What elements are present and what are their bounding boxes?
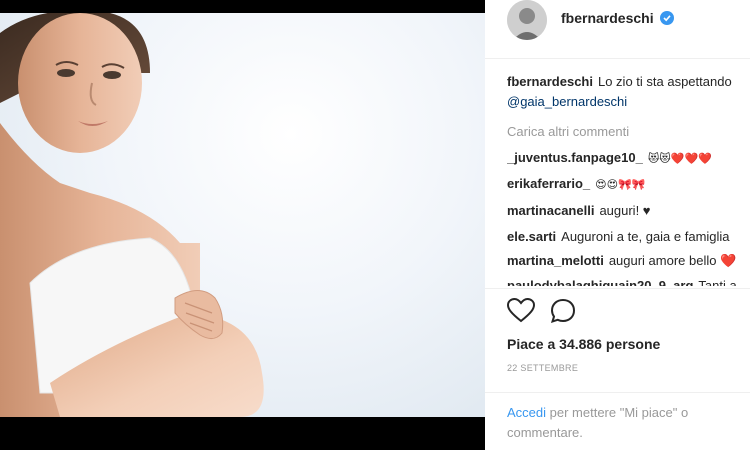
comment-username[interactable]: ele.sarti [507,229,556,244]
comment-item: martinacanelli auguri! ♥ [507,203,651,219]
caption-line-2: @gaia_bernardeschi [507,94,627,110]
comment-text: 😍😍🎀🎀 [595,179,646,191]
comment-text: auguri amore bello ❤️ [608,253,737,268]
caption: fbernardeschi Lo zio ti sta aspettando [507,74,732,90]
avatar[interactable] [507,0,547,40]
post-photo[interactable] [0,13,485,417]
comments-section: fbernardeschi Lo zio ti sta aspettando @g… [507,70,750,286]
footer-divider [485,392,750,393]
post-header: fbernardeschi [485,0,750,59]
post-photo-illustration [0,13,264,417]
comment-username[interactable]: martina_melotti [507,253,604,268]
comment-username[interactable]: martinacanelli [507,203,594,218]
comment-username[interactable]: paulodybalaghiguain20_9_arg [507,278,693,286]
actions-divider [485,288,750,290]
avatar-image [507,0,547,40]
load-more-comments-link[interactable]: Carica altri commenti [507,124,629,139]
comment-text: Tanti a [698,278,737,286]
username-header[interactable]: fbernardeschi [561,10,654,26]
heart-icon[interactable] [506,297,536,327]
login-link[interactable]: Accedi [507,405,546,420]
caption-text: Lo zio ti sta aspettando [597,74,732,89]
caption-mention[interactable]: @gaia_bernardeschi [507,94,627,109]
comment-username[interactable]: erikaferrario_ [507,176,590,191]
comment-text: 😻😻❤️❤️❤️ [647,153,712,165]
comment-username[interactable]: _juventus.fanpage10_ [507,150,643,165]
likes-count[interactable]: Piace a 34.886 persone [507,336,660,352]
comment-item: ele.sarti Auguroni a te, gaia e famiglia [507,229,730,245]
login-prompt: Accedi per mettere "Mi piace" o commenta… [507,403,737,443]
comment-text: Auguroni a te, gaia e famiglia [561,229,730,244]
comment-item: erikaferrario_ 😍😍🎀🎀 [507,176,645,193]
post-side-panel: fbernardeschi fbernardeschi Lo zio ti sta… [485,0,750,450]
comment-item: paulodybalaghiguain20_9_arg Tanti a [507,278,737,286]
caption-username[interactable]: fbernardeschi [507,74,593,89]
post-author: fbernardeschi [561,10,674,26]
comment-bubble-icon[interactable] [550,298,576,327]
post-date: 22 SETTEMBRE [507,363,579,373]
comment-item: _juventus.fanpage10_ 😻😻❤️❤️❤️ [507,150,712,167]
verified-badge-icon [659,11,674,25]
comment-text: auguri! ♥ [599,203,651,218]
comment-item: martina_melotti auguri amore bello ❤️ [507,253,736,269]
